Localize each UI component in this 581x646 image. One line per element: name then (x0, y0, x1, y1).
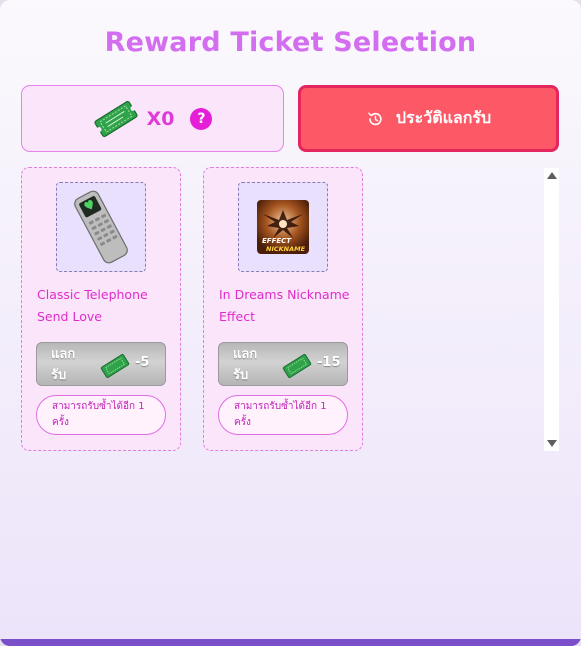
history-label: ประวัติแลกรับ (395, 108, 492, 127)
svg-text:EFFECT: EFFECT (262, 237, 292, 245)
redeem-limit-badge: สามารถรับซ้ำได้อีก 1 ครั้ง (36, 395, 166, 435)
reward-card-nickname-effect: EFFECT NICKNAME In Dreams Nickname Effec… (203, 167, 363, 451)
redeem-cost: -15 (317, 355, 341, 370)
history-icon (368, 112, 382, 125)
help-icon[interactable]: ? (190, 107, 213, 130)
reward-list: Classic Telephone Send Love แลกรับ -5 สา… (21, 167, 559, 452)
nickname-effect-icon: EFFECT NICKNAME (257, 200, 309, 254)
reward-name: In Dreams Nickname Effect (219, 287, 350, 324)
scroll-down-arrow-icon[interactable] (547, 440, 557, 447)
svg-text:NICKNAME: NICKNAME (266, 245, 306, 253)
bottom-accent-bar (0, 639, 581, 646)
page-title: Reward Ticket Selection (104, 27, 477, 58)
reward-card-telephone: Classic Telephone Send Love แลกรับ -5 สา… (21, 167, 181, 451)
ticket-icon (100, 354, 130, 378)
reward-panel: Reward Ticket Selection X0 ? ประวัติแลกร… (0, 0, 581, 646)
redeem-label: แลกรับ (51, 347, 76, 383)
reward-list-scrollbar[interactable] (544, 168, 559, 451)
redeem-limit-badge: สามารถรับซ้ำได้อีก 1 ครั้ง (218, 395, 348, 435)
ticket-icon (93, 100, 138, 137)
ticket-icon (282, 354, 312, 378)
redeem-label: แลกรับ (233, 347, 258, 383)
ticket-balance: X0 ? (21, 85, 284, 152)
ticket-count: X0 (146, 107, 175, 130)
telephone-icon (74, 190, 128, 264)
reward-name: Classic Telephone Send Love (37, 287, 148, 324)
reward-image (56, 182, 146, 272)
redeem-history-button[interactable]: ประวัติแลกรับ (298, 85, 559, 152)
scroll-up-arrow-icon[interactable] (547, 172, 557, 179)
reward-image: EFFECT NICKNAME (238, 182, 328, 272)
redeem-cost: -5 (135, 355, 150, 370)
redeem-button[interactable]: แลกรับ -15 (218, 342, 348, 386)
redeem-button[interactable]: แลกรับ -5 (36, 342, 166, 386)
